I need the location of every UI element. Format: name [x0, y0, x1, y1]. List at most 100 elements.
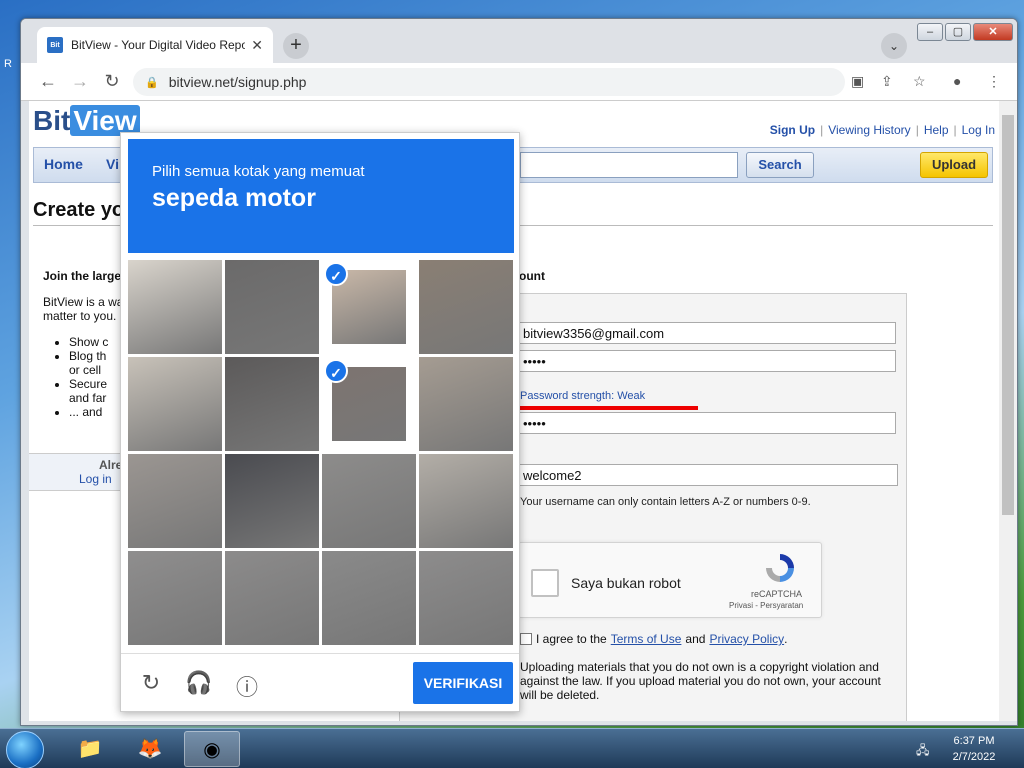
captcha-tile[interactable]	[322, 454, 416, 548]
captcha-tile[interactable]	[225, 357, 319, 451]
vertical-scrollbar[interactable]	[999, 101, 1017, 721]
logo-part-a: Bit	[33, 105, 71, 136]
share-icon[interactable]: ⇪	[881, 73, 893, 90]
password-strength: Password strength: Weak	[520, 390, 646, 402]
intro-line-1: BitView is a wa	[43, 295, 124, 309]
network-icon[interactable]: 🖧	[916, 741, 929, 762]
captcha-tile[interactable]	[128, 454, 222, 548]
help-link[interactable]: Help	[924, 123, 949, 137]
captcha-tile[interactable]: ✓	[322, 357, 416, 451]
star-icon[interactable]: ☆	[913, 73, 926, 90]
captcha-tile[interactable]	[225, 454, 319, 548]
username-field[interactable]: welcome2	[518, 464, 898, 486]
tab-search-icon[interactable]: ⌄	[881, 33, 907, 59]
tile-image	[419, 551, 513, 645]
taskbar: 📁 🦊 ◉ 🖧 6:37 PM 2/7/2022	[0, 728, 1024, 768]
chrome-icon[interactable]: ◉	[184, 731, 240, 767]
bitview-favicon-icon: Bit	[47, 37, 63, 53]
captcha-tile[interactable]: ✓	[322, 260, 416, 354]
join-heading: Join the large	[43, 269, 122, 283]
captcha-tile[interactable]	[419, 551, 513, 645]
search-button[interactable]: Search	[746, 152, 814, 178]
list-item: and far	[69, 391, 107, 405]
confirm-password-field[interactable]: •••••	[518, 412, 896, 434]
captcha-tile[interactable]	[128, 551, 222, 645]
back-icon[interactable]: ←	[37, 71, 59, 92]
search-input[interactable]	[520, 152, 738, 178]
nav-home[interactable]: Home	[44, 156, 83, 172]
scrollbar-thumb[interactable]	[1002, 115, 1014, 515]
privacy-link[interactable]: Privacy Policy	[709, 632, 784, 646]
url-text: bitview.net/signup.php	[168, 74, 307, 90]
list-item: Secure	[69, 377, 108, 391]
captcha-tile[interactable]	[419, 357, 513, 451]
recaptcha-checkbox[interactable]	[531, 569, 559, 597]
desktop-label: R	[4, 58, 12, 70]
cast-icon[interactable]: ▣	[851, 73, 864, 90]
upload-button[interactable]: Upload	[920, 152, 988, 178]
firefox-icon[interactable]: 🦊	[122, 731, 178, 767]
agree-and: and	[685, 632, 706, 646]
signup-link[interactable]: Sign Up	[770, 123, 815, 137]
maximize-button[interactable]: ▢	[945, 23, 971, 41]
tile-image	[419, 454, 513, 548]
captcha-tile[interactable]	[419, 260, 513, 354]
title-bar: Bit BitView - Your Digital Video Repo ✕ …	[21, 19, 1017, 63]
clock[interactable]: 6:37 PM 2/7/2022	[944, 733, 1004, 765]
top-links: Sign Up | Viewing History | Help | Log In	[769, 123, 995, 137]
password-field[interactable]: •••••	[518, 350, 896, 372]
recaptcha-links[interactable]: Privasi - Persyaratan	[729, 601, 803, 610]
list-item: or cell	[69, 363, 102, 377]
new-tab-button[interactable]: +	[283, 33, 309, 59]
login-link[interactable]: Log In	[962, 123, 995, 137]
lock-icon: 🔒	[145, 76, 159, 89]
captcha-tile[interactable]	[128, 357, 222, 451]
agree-checkbox[interactable]	[520, 633, 532, 645]
tile-image	[128, 551, 222, 645]
explorer-icon[interactable]: 📁	[62, 731, 118, 767]
recaptcha-widget: Saya bukan robot reCAPTCHA Privasi - Per…	[518, 542, 822, 618]
profile-icon[interactable]: ●	[953, 73, 961, 89]
tile-image	[225, 357, 319, 451]
captcha-tile[interactable]	[128, 260, 222, 354]
tile-image	[322, 551, 416, 645]
checkmark-icon: ✓	[324, 262, 348, 286]
close-tab-icon[interactable]: ✕	[251, 37, 263, 54]
forward-icon[interactable]: →	[69, 71, 91, 92]
address-bar[interactable]: 🔒 bitview.net/signup.php	[133, 68, 845, 96]
recaptcha-label: Saya bukan robot	[571, 575, 681, 591]
audio-icon[interactable]: 🎧	[185, 670, 213, 696]
login-link-bottom[interactable]: Log in	[79, 472, 112, 486]
history-link[interactable]: Viewing History	[828, 123, 910, 137]
password-strength-bar	[520, 406, 698, 410]
tile-image	[225, 454, 319, 548]
captcha-tile[interactable]	[419, 454, 513, 548]
tile-image	[225, 260, 319, 354]
account-heading: ount	[519, 269, 545, 283]
intro-line-2: matter to you.	[43, 309, 117, 323]
minimize-button[interactable]: –	[917, 23, 943, 41]
email-field[interactable]: bitview3356@gmail.com	[518, 322, 896, 344]
captcha-tile[interactable]	[225, 551, 319, 645]
browser-tab[interactable]: Bit BitView - Your Digital Video Repo ✕	[37, 27, 273, 63]
tile-image	[128, 357, 222, 451]
close-window-button[interactable]: ✕	[973, 23, 1013, 41]
tile-image	[128, 260, 222, 354]
captcha-tile[interactable]	[322, 551, 416, 645]
tile-image	[419, 357, 513, 451]
reload-icon[interactable]: ↻	[101, 71, 123, 92]
tab-title: BitView - Your Digital Video Repo	[71, 38, 246, 52]
tile-image	[225, 551, 319, 645]
reload-icon[interactable]: ↻	[137, 670, 165, 696]
terms-link[interactable]: Terms of Use	[611, 632, 682, 646]
captcha-footer: ↻ 🎧 ⓘ VERIFIKASI	[121, 653, 519, 713]
verify-button[interactable]: VERIFIKASI	[413, 662, 513, 704]
nav-videos[interactable]: Vi	[106, 156, 119, 172]
checkmark-icon: ✓	[324, 359, 348, 383]
menu-icon[interactable]: ⋮	[987, 73, 1001, 90]
start-button[interactable]	[6, 731, 44, 768]
clock-date: 2/7/2022	[952, 751, 996, 763]
info-icon[interactable]: ⓘ	[233, 670, 261, 702]
captcha-tile[interactable]	[225, 260, 319, 354]
username-hint: Your username can only contain letters A…	[520, 496, 811, 508]
